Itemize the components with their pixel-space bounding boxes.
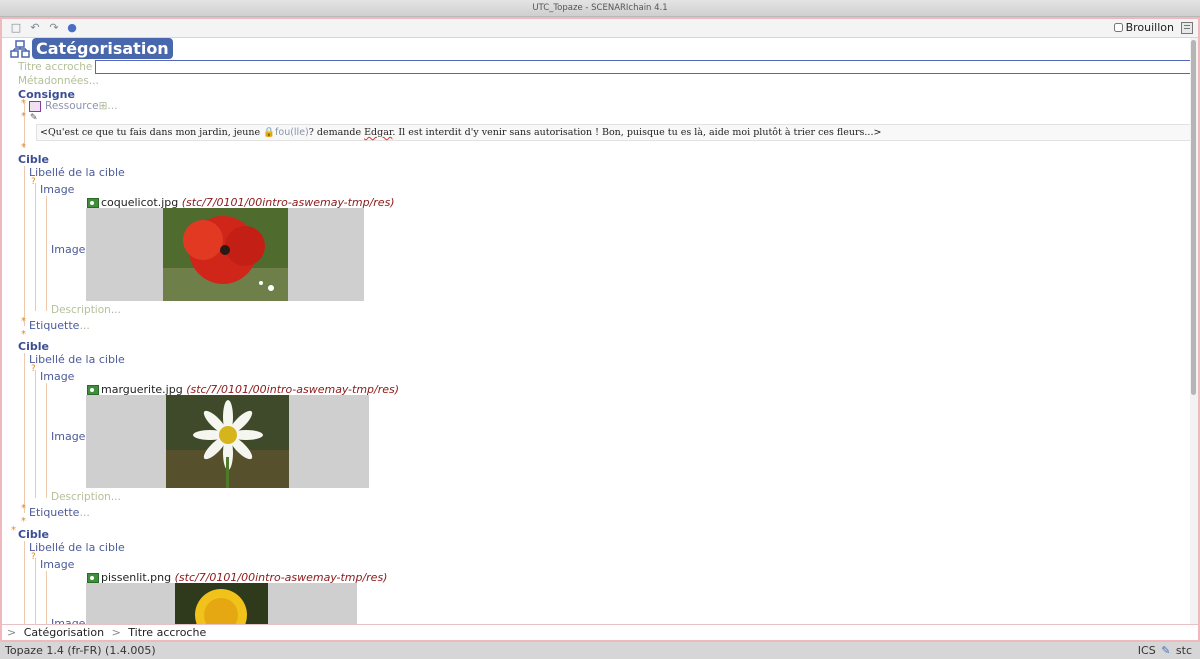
vertical-scrollbar[interactable] [1190, 38, 1198, 624]
pencil-icon: ✎ [30, 113, 38, 123]
toolbar: □ ↶ ↷ ● Brouillon [2, 19, 1198, 38]
cible-heading: Cible [18, 340, 49, 353]
etiquette-label[interactable]: Etiquette... [29, 319, 90, 332]
ressource-label[interactable]: Ressource⊞... [45, 100, 117, 112]
breadcrumb-separator: > [111, 626, 121, 639]
help-icon[interactable]: ● [66, 22, 78, 34]
required-marker: * [21, 516, 26, 527]
chip-icon: 🔒 [263, 127, 276, 138]
document-title[interactable]: Catégorisation [32, 38, 173, 59]
image-field-label: Image [51, 617, 86, 624]
breadcrumb: > Catégorisation > Titre accroche [2, 624, 1198, 640]
marguerite-image [166, 395, 289, 488]
description-label[interactable]: Description... [51, 304, 121, 316]
app-version: Topaze 1.4 (fr-FR) (1.4.005) [5, 644, 156, 657]
image-icon [87, 573, 99, 583]
titre-accroche-label: Titre accroche [18, 61, 93, 73]
image-inner-line [46, 196, 47, 311]
required-marker: * [21, 329, 26, 340]
consigne-text-field[interactable]: <Qu'est ce que tu fais dans mon jardin, … [36, 124, 1192, 141]
image-tree-line [35, 370, 36, 498]
image-field-label: Image [51, 430, 86, 443]
required-marker: * [21, 111, 26, 122]
titre-accroche-input[interactable] [95, 60, 1193, 74]
cible-heading: Cible [18, 153, 49, 166]
image-section-label: Image [40, 370, 75, 383]
image-section-label: Image [40, 558, 75, 571]
draft-label: Brouillon [1125, 21, 1174, 34]
user-label[interactable]: stc [1176, 644, 1192, 657]
breadcrumb-item[interactable]: Catégorisation [24, 626, 104, 639]
window-titlebar: UTC_Topaze - SCENARIchain 4.1 [0, 0, 1200, 17]
save-icon[interactable]: □ [10, 22, 22, 34]
draft-checkbox[interactable] [1113, 23, 1123, 32]
editor-frame: □ ↶ ↷ ● Brouillon Catégorisation Titre a… [0, 17, 1200, 642]
image-icon [87, 198, 99, 208]
image-field-label: Image [51, 243, 86, 256]
draft-toggle[interactable]: Brouillon [1113, 21, 1174, 34]
collapse-button[interactable] [1181, 22, 1193, 34]
required-marker: * [21, 503, 26, 514]
cible-tree-line [24, 353, 25, 513]
breadcrumb-separator: > [7, 626, 17, 639]
ics-label: ICS [1137, 644, 1156, 657]
image-tree-line [35, 183, 36, 311]
image-tree-line [35, 558, 36, 624]
image-preview-coquelicot[interactable] [86, 208, 364, 301]
window-title: UTC_Topaze - SCENARIchain 4.1 [532, 3, 668, 13]
scrollbar-thumb[interactable] [1191, 40, 1196, 395]
libelle-cible-label[interactable]: Libellé de la cible [29, 353, 125, 366]
cible-tree-line [24, 541, 25, 624]
image-inner-line [46, 383, 47, 498]
image-preview-marguerite[interactable] [86, 395, 369, 488]
metadonnees-label[interactable]: Métadonnées... [18, 75, 99, 87]
required-marker: * [21, 98, 26, 109]
inline-chip[interactable]: fou(lle) [275, 127, 309, 138]
status-bar: Topaze 1.4 (fr-FR) (1.4.005) ICS ✎ stc [0, 642, 1200, 659]
image-icon [87, 385, 99, 395]
pissenlit-image [175, 583, 268, 624]
breadcrumb-item[interactable]: Titre accroche [128, 626, 206, 639]
cible-heading: Cible [18, 528, 49, 541]
cible-tree-line [24, 166, 25, 326]
image-section-label: Image [40, 183, 75, 196]
undo-icon[interactable]: ↶ [29, 22, 41, 34]
status-right: ICS ✎ stc [1138, 642, 1192, 659]
resource-icon [29, 101, 41, 112]
libelle-cible-label[interactable]: Libellé de la cible [29, 166, 125, 179]
etiquette-label[interactable]: Etiquette... [29, 506, 90, 519]
redo-icon[interactable]: ↷ [48, 22, 60, 34]
coquelicot-image [163, 208, 288, 301]
libelle-cible-label[interactable]: Libellé de la cible [29, 541, 125, 554]
document-editor[interactable]: Catégorisation Titre accroche Métadonnée… [2, 38, 1198, 624]
categorisation-icon [10, 40, 30, 58]
image-preview-pissenlit[interactable] [86, 583, 357, 624]
image-inner-line [46, 571, 47, 624]
user-icon: ✎ [1161, 644, 1171, 657]
required-marker: * [21, 142, 26, 153]
required-marker: * [21, 316, 26, 327]
description-label[interactable]: Description... [51, 491, 121, 503]
required-marker: * [11, 525, 16, 536]
edgar-word: Edgar [364, 127, 393, 138]
